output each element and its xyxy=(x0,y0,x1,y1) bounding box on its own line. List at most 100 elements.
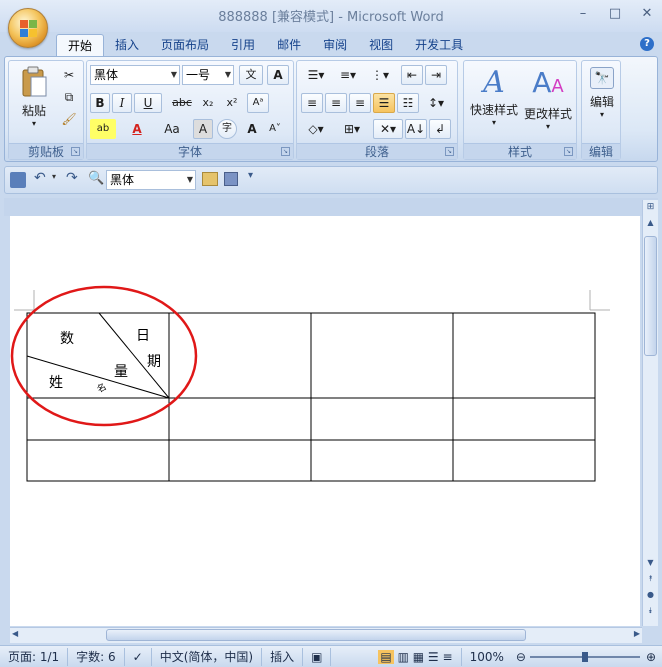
bullets-icon[interactable]: ☰▾ xyxy=(301,65,331,85)
format-painter-icon[interactable]: 🖌 xyxy=(59,109,79,129)
language-status[interactable]: 中文(简体，中国) xyxy=(152,647,263,666)
font-launcher-icon[interactable]: ↘ xyxy=(281,147,290,156)
zoom-level[interactable]: 100% xyxy=(462,648,512,666)
subscript-button[interactable]: x₂ xyxy=(197,93,219,113)
clear-formatting-icon[interactable]: Aᵃ xyxy=(247,93,269,113)
document-icon[interactable] xyxy=(224,172,238,186)
vertical-scroll-thumb[interactable] xyxy=(644,236,657,356)
zoom-in-icon[interactable]: ⊕ xyxy=(640,650,662,664)
close-button[interactable]: ✕ xyxy=(638,6,656,22)
change-case-button[interactable]: Aa xyxy=(157,119,187,139)
ruler-toggle-icon[interactable]: ⊞ xyxy=(644,202,657,214)
print-layout-view-icon[interactable]: ▤ xyxy=(378,649,394,664)
tab-page-layout[interactable]: 页面布局 xyxy=(150,34,220,56)
quick-styles-button[interactable]: A 快速样式 ▾ xyxy=(468,65,520,137)
multilevel-list-icon[interactable]: ⋮▾ xyxy=(365,65,395,85)
line-spacing-icon[interactable]: ↕▾ xyxy=(421,93,451,113)
undo-icon[interactable]: ↶ xyxy=(34,170,46,186)
font-name-combo[interactable]: 黑体 ▼ xyxy=(90,65,180,85)
tab-review[interactable]: 审阅 xyxy=(312,34,358,56)
paste-button[interactable]: 粘贴 ▾ xyxy=(15,65,53,133)
qat-font-combo[interactable]: 黑体 ▼ xyxy=(106,170,196,190)
change-styles-button[interactable]: AA 更改样式 ▾ xyxy=(522,65,574,137)
shrink-font-icon[interactable]: A˅ xyxy=(265,119,285,139)
maximize-button[interactable]: □ xyxy=(606,6,624,22)
insert-mode-status[interactable]: 插入 xyxy=(262,647,304,666)
superscript-button[interactable]: x² xyxy=(221,93,243,113)
draft-view-icon[interactable]: ≡ xyxy=(443,650,453,664)
minimize-button[interactable]: – xyxy=(574,6,592,22)
font-color-button[interactable]: A xyxy=(125,119,149,139)
paste-label: 粘贴 xyxy=(21,104,46,118)
next-page-icon[interactable]: ⯯ xyxy=(644,606,657,618)
change-styles-label: 更改样式 xyxy=(523,107,572,121)
character-border-button[interactable]: A xyxy=(267,65,289,85)
print-preview-icon[interactable]: 🔍 xyxy=(88,171,104,186)
zoom-out-icon[interactable]: ⊖ xyxy=(512,650,530,664)
zoom-slider[interactable] xyxy=(529,651,640,662)
sort-icon[interactable]: A↓ xyxy=(405,119,427,139)
undo-dropdown-icon[interactable]: ▾ xyxy=(52,172,56,181)
page-count[interactable]: 页面: 1/1 xyxy=(0,647,69,666)
tab-references[interactable]: 引用 xyxy=(220,34,266,56)
save-icon[interactable] xyxy=(10,172,26,188)
distributed-icon[interactable]: ☷ xyxy=(397,93,419,113)
styles-launcher-icon[interactable]: ↘ xyxy=(564,147,573,156)
chinese-layout-icon[interactable]: ✕▾ xyxy=(373,119,403,139)
decrease-indent-icon[interactable]: ⇤ xyxy=(401,65,423,85)
zoom-slider-thumb[interactable] xyxy=(581,651,588,662)
help-icon[interactable]: ? xyxy=(640,37,654,51)
tab-view[interactable]: 视图 xyxy=(358,34,404,56)
show-marks-icon[interactable]: ↲ xyxy=(429,119,451,139)
word-count[interactable]: 字数: 6 xyxy=(68,647,125,666)
underline-button[interactable]: U xyxy=(134,93,162,113)
web-layout-icon[interactable]: ▦ xyxy=(413,650,424,664)
borders-icon[interactable]: ⊞▾ xyxy=(337,119,367,139)
tab-home[interactable]: 开始 xyxy=(56,34,105,56)
bold-button[interactable]: B xyxy=(90,93,110,113)
phonetic-guide-button[interactable]: 文 xyxy=(239,65,263,85)
cut-icon[interactable]: ✂ xyxy=(59,65,79,85)
customize-qat-icon[interactable]: ▾ xyxy=(248,170,253,181)
scroll-left-icon[interactable]: ◀ xyxy=(12,629,18,638)
editing-button[interactable]: 🔭 编辑 ▾ xyxy=(584,65,620,137)
horizontal-scrollbar[interactable]: ◀ ▶ xyxy=(10,627,642,643)
proofing-icon[interactable]: ✓ xyxy=(125,647,152,666)
align-left-icon[interactable]: ≡ xyxy=(301,93,323,113)
character-shading-button[interactable]: A xyxy=(193,119,213,139)
copy-icon[interactable]: ⧉ xyxy=(59,87,79,107)
scroll-right-icon[interactable]: ▶ xyxy=(634,629,640,638)
numbering-icon[interactable]: ≡▾ xyxy=(333,65,363,85)
shading-icon[interactable]: ◇▾ xyxy=(301,119,331,139)
tab-developer[interactable]: 开发工具 xyxy=(404,34,474,56)
paragraph-group: ☰▾ ≡▾ ⋮▾ ⇤ ⇥ ≡ ≡ ≡ ☰ ☷ ↕▾ ◇▾ ⊞▾ ✕▾ A↓ ↲ … xyxy=(296,60,458,160)
scroll-up-icon[interactable]: ▲ xyxy=(644,218,657,230)
highlight-icon[interactable]: ab xyxy=(90,119,116,139)
vertical-scrollbar[interactable]: ⊞ ▲ ▼ ⯭ ● ⯯ xyxy=(642,200,658,626)
tab-insert[interactable]: 插入 xyxy=(104,34,150,56)
tab-mailings[interactable]: 邮件 xyxy=(266,34,312,56)
align-right-icon[interactable]: ≡ xyxy=(349,93,371,113)
horizontal-scroll-thumb[interactable] xyxy=(106,629,526,641)
previous-page-icon[interactable]: ⯭ xyxy=(644,574,657,586)
font-size-combo[interactable]: 一号 ▼ xyxy=(182,65,234,85)
increase-indent-icon[interactable]: ⇥ xyxy=(425,65,447,85)
office-button[interactable] xyxy=(8,8,48,48)
select-browse-object-icon[interactable]: ● xyxy=(644,590,657,602)
italic-button[interactable]: I xyxy=(112,93,132,113)
clipboard-launcher-icon[interactable]: ↘ xyxy=(71,147,80,156)
scroll-down-icon[interactable]: ▼ xyxy=(644,558,657,570)
enclose-characters-icon[interactable]: 字 xyxy=(217,119,237,139)
justify-icon[interactable]: ☰ xyxy=(373,93,395,113)
outline-view-icon[interactable]: ☰ xyxy=(428,650,439,664)
redo-icon[interactable]: ↷ xyxy=(66,170,78,186)
document-page[interactable]: 数 日 期 量 姓 名 xyxy=(10,216,640,626)
align-center-icon[interactable]: ≡ xyxy=(325,93,347,113)
grow-font-button[interactable]: A xyxy=(241,119,263,139)
macro-recording-icon[interactable]: ▣ xyxy=(303,647,332,666)
paste-dropdown-icon[interactable]: ▾ xyxy=(15,119,53,128)
strikethrough-button[interactable]: abc xyxy=(169,93,195,113)
full-screen-reading-icon[interactable]: ▥ xyxy=(398,650,409,664)
open-folder-icon[interactable] xyxy=(202,172,218,186)
paragraph-launcher-icon[interactable]: ↘ xyxy=(445,147,454,156)
